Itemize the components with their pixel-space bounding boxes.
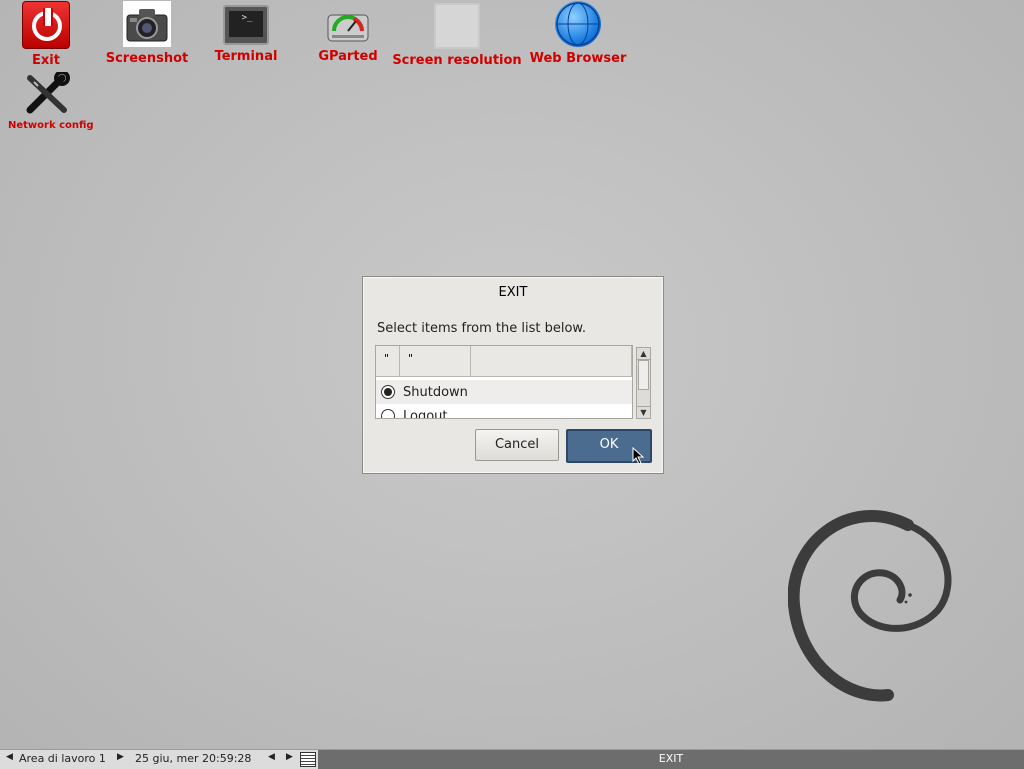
- clock: 25 giu, mer 20:59:28: [135, 752, 252, 765]
- desktop-icon-terminal[interactable]: >_ Terminal: [212, 1, 280, 64]
- camera-icon: [123, 1, 171, 47]
- mouse-cursor-icon: [632, 447, 645, 465]
- next-workspace-icon[interactable]: ▶: [117, 752, 124, 762]
- desktop-icon-screen-resolution[interactable]: Screen resolution: [392, 1, 522, 68]
- prev-workspace-icon[interactable]: ◀: [6, 752, 13, 762]
- desktop-icon-exit[interactable]: Exit: [18, 1, 74, 68]
- desktop-icon-label: Exit: [32, 53, 60, 68]
- window-list-icon[interactable]: [300, 752, 316, 767]
- desktop-icon-gparted[interactable]: GParted: [315, 1, 381, 64]
- disk-gauge-icon: [326, 5, 370, 45]
- globe-icon: [555, 1, 601, 47]
- workspace-label[interactable]: Area di lavoro 1: [19, 752, 106, 765]
- desktop-icon-label: Screenshot: [105, 51, 189, 66]
- dialog-prompt: Select items from the list below.: [377, 321, 586, 336]
- options-list[interactable]: " " Shutdown Logout: [375, 345, 633, 419]
- cancel-button[interactable]: Cancel: [475, 429, 559, 461]
- desktop-icon-label: GParted: [318, 49, 378, 64]
- scroll-up-icon[interactable]: ▲: [637, 348, 650, 360]
- option-label: Shutdown: [403, 384, 468, 400]
- radio-button[interactable]: [381, 385, 395, 399]
- option-logout[interactable]: Logout: [376, 404, 632, 419]
- column-header[interactable]: ": [400, 346, 471, 376]
- desktop-icon-screenshot[interactable]: Screenshot: [104, 1, 190, 66]
- list-header: " ": [376, 346, 632, 377]
- power-icon: [22, 1, 70, 49]
- desktop-icon-network-config[interactable]: Network config: [8, 70, 94, 131]
- scrollbar-thumb[interactable]: [638, 360, 649, 390]
- desktop-icon-label: Screen resolution: [392, 53, 522, 68]
- desktop-icon-label: Terminal: [214, 49, 278, 64]
- terminal-icon: >_: [223, 5, 269, 45]
- desktop-icon-label: Network config: [8, 120, 94, 131]
- desktop-icon-label: Web Browser: [529, 51, 627, 66]
- tools-icon: [22, 70, 72, 116]
- next-task-icon[interactable]: ▶: [286, 752, 293, 762]
- option-shutdown[interactable]: Shutdown: [376, 380, 632, 404]
- taskbar-task-exit[interactable]: EXIT: [318, 750, 1024, 769]
- desktop-icon-web-browser[interactable]: Web Browser: [527, 1, 629, 66]
- radio-button[interactable]: [381, 409, 395, 418]
- column-header[interactable]: ": [376, 346, 400, 376]
- taskbar: ◀ Area di lavoro 1 ▶ 25 giu, mer 20:59:2…: [0, 749, 1024, 769]
- dialog-title: EXIT: [498, 285, 528, 300]
- option-label: Logout: [403, 408, 448, 419]
- debian-swirl-logo: [788, 510, 952, 702]
- prev-task-icon[interactable]: ◀: [268, 752, 275, 762]
- column-header[interactable]: [471, 346, 632, 376]
- monitor-icon: [434, 3, 480, 49]
- exit-dialog: EXIT Select items from the list below. "…: [362, 276, 664, 474]
- scroll-down-icon[interactable]: ▼: [637, 406, 650, 418]
- list-scrollbar[interactable]: ▲ ▼: [636, 347, 651, 419]
